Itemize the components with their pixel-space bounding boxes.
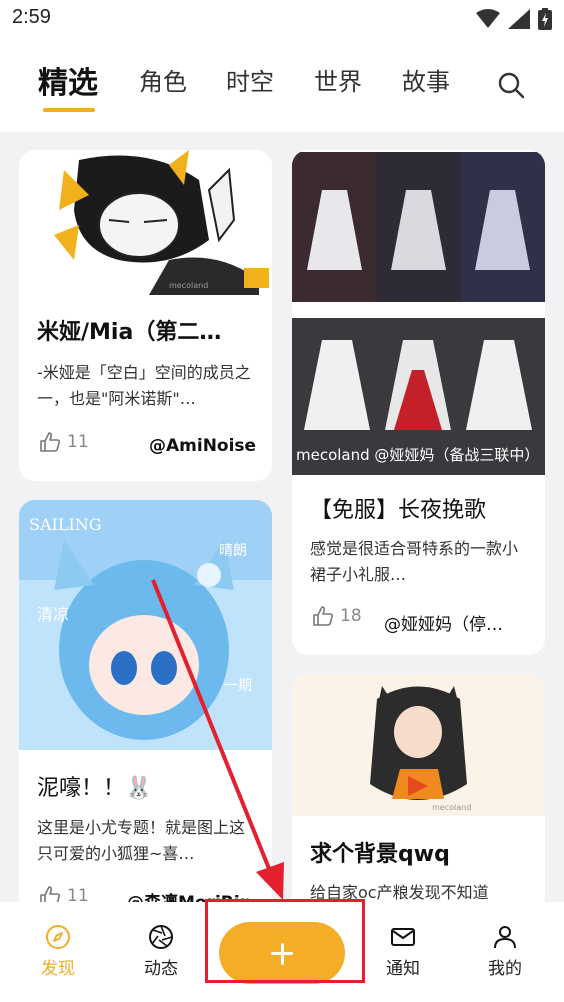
author-name[interactable]: @AmiNoise: [149, 436, 264, 456]
like-button[interactable]: 11: [39, 431, 89, 453]
image-word: 一期: [224, 678, 252, 694]
nav-notifications[interactable]: 通知: [373, 924, 433, 979]
tab-worlds[interactable]: 世界: [314, 62, 362, 97]
tab-characters[interactable]: 角色: [139, 62, 187, 97]
active-tab-indicator: [43, 108, 95, 112]
like-button[interactable]: 18: [312, 605, 362, 627]
post-image-dress: mecoland @娅娅妈（备战三联中）: [292, 150, 545, 475]
nav-feed[interactable]: 动态: [131, 924, 191, 979]
category-tabs: 精选 角色 时空 世界 故事: [0, 40, 564, 132]
nav-profile-label: 我的: [488, 959, 522, 979]
compass-icon: [46, 925, 70, 949]
status-bar: 2:59: [0, 0, 564, 40]
thumbs-up-icon: [313, 606, 334, 626]
post-card-dress[interactable]: mecoland @娅娅妈（备战三联中） 【免服】长夜挽歌 感觉是很适合哥特系的…: [292, 150, 545, 655]
post-description: -米娅是「空白」空间的成员之一，也是"阿米诺斯"…: [37, 363, 251, 408]
annotation-highlight-box: [205, 899, 365, 983]
post-image-fox: SAILING 晴朗 清凉 一期: [19, 500, 272, 750]
nav-profile[interactable]: 我的: [475, 924, 535, 979]
mail-icon: [391, 928, 415, 946]
post-title: 【免服】长夜挽歌: [310, 498, 487, 523]
post-image-catgirl: mecoland: [292, 674, 545, 816]
post-card-background[interactable]: mecoland 求个背景qwq 给自家oc产粮发现不知道: [292, 674, 545, 934]
image-word: SAILING: [29, 515, 102, 534]
watermark-text: mecoland: [169, 281, 208, 290]
status-time: 2:59: [12, 6, 51, 28]
tab-stories[interactable]: 故事: [402, 62, 450, 97]
post-description: 这里是小尤专题！就是图上这只可爱的小狐狸~喜…: [37, 818, 246, 863]
aperture-icon: [149, 925, 173, 949]
user-icon: [494, 926, 516, 949]
tab-featured[interactable]: 精选: [38, 58, 98, 102]
nav-feed-label: 动态: [144, 959, 178, 979]
search-icon[interactable]: [496, 70, 526, 100]
wifi-icon: [476, 9, 500, 28]
post-description: 感觉是很适合哥特系的一款小裙子小礼服…: [310, 539, 519, 584]
image-caption: mecoland @娅娅妈（备战三联中）: [296, 446, 539, 464]
nav-discover-label: 发现: [41, 959, 75, 979]
post-card-fox[interactable]: SAILING 晴朗 清凉 一期 泥嚎！！🐰 这里是小尤专题！就是图上这只可爱的…: [19, 500, 272, 920]
like-count: 11: [67, 432, 89, 452]
post-title: 泥嚎！！🐰: [37, 776, 153, 801]
post-title: 米娅/Mia（第二…: [37, 320, 222, 345]
image-word: 晴朗: [219, 543, 247, 559]
nav-discover[interactable]: 发现: [28, 924, 88, 979]
thumbs-up-icon: [40, 432, 61, 452]
signal-icon: [508, 9, 530, 29]
battery-icon: [538, 8, 552, 30]
status-icons: [476, 8, 552, 30]
nav-notifications-label: 通知: [386, 959, 420, 979]
image-word: 清凉: [37, 605, 69, 624]
watermark-text: mecoland: [432, 803, 471, 812]
post-image-mia: mecoland: [19, 150, 272, 295]
like-count: 18: [340, 606, 362, 626]
author-name[interactable]: @娅娅妈（停…: [384, 610, 529, 635]
post-title: 求个背景qwq: [310, 842, 450, 867]
post-card-mia[interactable]: mecoland 米娅/Mia（第二… -米娅是「空白」空间的成员之一，也是"阿…: [19, 150, 272, 481]
tab-spacetime[interactable]: 时空: [226, 62, 274, 97]
